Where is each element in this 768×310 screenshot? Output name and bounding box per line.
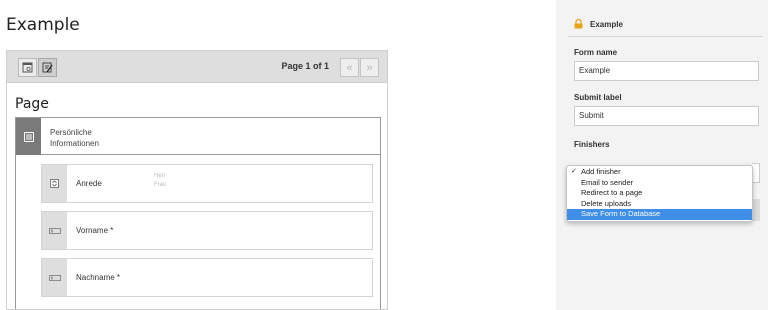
double-chevron-right-icon: »	[366, 61, 373, 74]
form-name-label: Form name	[574, 48, 618, 57]
dropdown-item-delete-uploads[interactable]: Delete uploads	[567, 199, 752, 210]
finisher-select-shadow	[752, 199, 760, 221]
checkmark-icon: ✓	[571, 168, 577, 175]
finisher-select[interactable]	[752, 163, 760, 183]
fieldset-label-line1: Persönliche	[50, 128, 92, 137]
dropdown-item-email-to-sender[interactable]: Email to sender	[567, 178, 752, 189]
dropdown-item-save-form-to-database[interactable]: Save Form to Database	[567, 209, 752, 220]
fieldset-section[interactable]: Persönliche Informationen Anrede Herr Fr…	[15, 117, 381, 309]
select-icon	[42, 165, 67, 202]
text-input-icon	[42, 259, 67, 296]
fieldset-label: Persönliche Informationen	[50, 127, 99, 149]
divider	[568, 36, 763, 37]
submit-label-label: Submit label	[574, 93, 622, 102]
double-chevron-left-icon: «	[346, 61, 353, 74]
field-options-preview: Herr Frau	[154, 172, 166, 190]
page-title: Example	[6, 15, 80, 35]
form-element-anrede[interactable]: Anrede Herr Frau	[41, 164, 373, 203]
dropdown-item-label: Redirect to a page	[581, 188, 643, 197]
previous-page-button[interactable]: «	[340, 58, 359, 77]
form-element-nachname[interactable]: Nachname *	[41, 258, 373, 297]
preview-icon	[22, 62, 33, 73]
pagination-text: Page 1 of 1	[281, 61, 329, 71]
lock-icon	[574, 19, 583, 29]
dropdown-item-label: Save Form to Database	[581, 209, 661, 218]
dropdown-item-redirect[interactable]: Redirect to a page	[567, 188, 752, 199]
fieldset-icon	[16, 118, 41, 155]
fieldset-label-line2: Informationen	[50, 139, 99, 148]
preview-mode-button[interactable]	[18, 58, 37, 77]
dropdown-item-add-finisher[interactable]: ✓ Add finisher	[567, 167, 752, 178]
page-section-title: Page	[15, 96, 49, 112]
text-input-icon	[42, 212, 67, 249]
finisher-dropdown[interactable]: ✓ Add finisher Email to sender Redirect t…	[566, 165, 753, 222]
dropdown-item-label: Email to sender	[581, 177, 634, 187]
option-preview: Herr	[154, 173, 166, 179]
form-name-field[interactable]: Example	[574, 61, 759, 81]
field-label: Nachname *	[76, 273, 121, 282]
next-page-button[interactable]: »	[360, 58, 379, 77]
inspector-header: Example	[574, 17, 623, 31]
option-preview: Frau	[154, 182, 167, 188]
edit-form-icon	[42, 62, 53, 73]
submit-label-field[interactable]: Submit	[574, 106, 759, 126]
dropdown-item-label: Delete uploads	[581, 198, 632, 208]
abstract-view-button[interactable]	[38, 58, 57, 77]
finishers-label: Finishers	[574, 140, 610, 149]
inspector-title: Example	[590, 19, 623, 29]
form-element-vorname[interactable]: Vorname *	[41, 211, 373, 250]
dropdown-item-label: Add finisher	[581, 167, 621, 176]
fieldset-header[interactable]: Persönliche Informationen	[16, 118, 380, 155]
stage-toolbar: Page 1 of 1 « »	[7, 51, 387, 83]
field-label: Vorname *	[76, 226, 114, 235]
field-label: Anrede	[76, 179, 102, 188]
form-stage: Page 1 of 1 « » Page Persönliche Informa…	[6, 50, 388, 310]
inspector-panel: Example Form name Example Submit label S…	[556, 0, 768, 310]
